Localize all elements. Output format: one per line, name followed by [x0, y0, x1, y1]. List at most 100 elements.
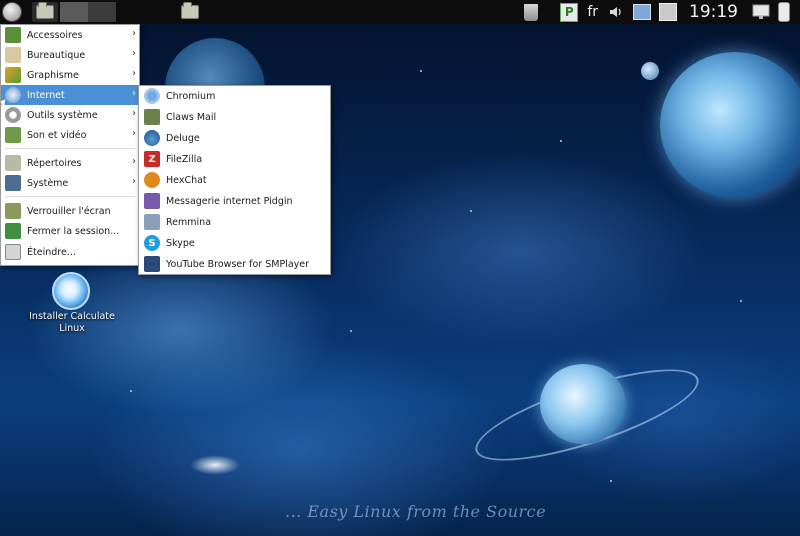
shutdown-icon — [5, 244, 21, 260]
wallpaper-watermark: ... Easy Linux from the Source — [285, 502, 547, 521]
planet-large — [660, 52, 800, 198]
menu-item-label: Fermer la session... — [27, 225, 120, 237]
submenu-item-claws-mail[interactable]: Claws Mail — [139, 107, 330, 127]
network-manager[interactable] — [633, 3, 651, 21]
power-applet[interactable] — [778, 2, 796, 22]
volume-control[interactable] — [607, 3, 625, 21]
logout-icon — [5, 223, 21, 239]
system-icon — [5, 175, 21, 191]
menu-item-label: Bureautique — [27, 49, 86, 61]
moon-small — [641, 62, 659, 80]
hexchat-icon — [144, 172, 160, 188]
keyboard-layout-indicator[interactable]: fr — [587, 4, 598, 20]
multimedia-icon — [5, 127, 21, 143]
remmina-icon — [144, 214, 160, 230]
chevron-right-icon: › — [132, 156, 136, 167]
submenu-item-youtube-smplayer[interactable]: YouTube Browser for SMPlayer — [139, 254, 330, 274]
workspace-1[interactable] — [60, 2, 88, 22]
submenu-item-filezilla[interactable]: Z FileZilla — [139, 149, 330, 169]
monitor-icon — [752, 4, 770, 19]
submenu-item-label: Remmina — [166, 216, 212, 228]
trash-launcher[interactable] — [522, 3, 540, 21]
submenu-item-deluge[interactable]: Deluge — [139, 128, 330, 148]
internet-icon — [5, 87, 21, 103]
desktop-icon-label-line2: Linux — [59, 323, 85, 334]
chevron-right-icon: › — [132, 68, 136, 79]
menu-item-system-tools[interactable]: Outils système › — [1, 105, 139, 125]
monitor-applet[interactable] — [752, 3, 770, 21]
chevron-right-icon: › — [132, 48, 136, 59]
menu-item-label: Éteindre... — [27, 246, 76, 258]
star — [350, 330, 352, 332]
workspace-2[interactable] — [88, 2, 116, 22]
menu-separator — [5, 148, 135, 149]
star — [560, 140, 562, 142]
submenu-item-label: HexChat — [166, 174, 207, 186]
start-menu-icon — [2, 2, 22, 22]
submenu-item-label: Deluge — [166, 132, 200, 144]
submenu-item-label: Messagerie internet Pidgin — [166, 195, 293, 207]
package-updater[interactable]: P — [560, 2, 579, 22]
planet-ringed — [540, 364, 626, 444]
chromium-icon — [144, 88, 160, 104]
sparkle — [190, 455, 240, 475]
graphics-icon — [5, 67, 21, 83]
menu-item-logout[interactable]: Fermer la session... — [1, 221, 139, 241]
submenu-item-label: YouTube Browser for SMPlayer — [166, 258, 310, 270]
claws-mail-icon — [144, 109, 160, 125]
menu-item-system[interactable]: Système › — [1, 173, 139, 193]
chevron-right-icon: › — [132, 176, 136, 187]
lock-screen-icon — [5, 203, 21, 219]
clock[interactable]: 19:19 — [689, 2, 738, 22]
menu-item-internet[interactable]: Internet › — [1, 85, 139, 105]
menu-item-label: Internet — [27, 89, 65, 101]
star — [740, 300, 742, 302]
desktop-icon-install-calculate[interactable]: Installer Calculate Linux — [22, 272, 122, 334]
start-menu-button[interactable] — [0, 2, 24, 22]
menu-item-office[interactable]: Bureautique › — [1, 45, 139, 65]
filezilla-icon: Z — [144, 151, 160, 167]
network-icon — [633, 4, 651, 20]
menu-item-label: Accessoires — [27, 29, 83, 41]
application-menu: Accessoires › Bureautique › Graphisme › … — [0, 24, 140, 266]
menu-item-multimedia[interactable]: Son et vidéo › — [1, 125, 139, 145]
taskbar-folder-window[interactable] — [180, 2, 200, 22]
submenu-item-label: Chromium — [166, 90, 216, 102]
menu-item-shutdown[interactable]: Éteindre... — [1, 242, 139, 262]
trash-icon — [524, 3, 539, 21]
submenu-item-chromium[interactable]: Chromium — [139, 86, 330, 106]
submenu-item-hexchat[interactable]: HexChat — [139, 170, 330, 190]
folders-icon — [5, 155, 21, 171]
menu-item-label: Répertoires — [27, 157, 82, 169]
menu-item-label: Système — [27, 177, 69, 189]
screen-settings[interactable] — [659, 3, 677, 21]
submenu-item-remmina[interactable]: Remmina — [139, 212, 330, 232]
system-tray: P fr 19:19 — [518, 0, 800, 24]
star — [610, 480, 612, 482]
chevron-right-icon: › — [132, 28, 136, 39]
desktop-icon-label-line1: Installer Calculate — [29, 311, 115, 322]
menu-item-label: Graphisme — [27, 69, 79, 81]
internet-submenu: Chromium Claws Mail Deluge Z FileZilla H… — [138, 85, 331, 275]
chevron-right-icon: › — [132, 108, 136, 119]
menu-item-lock-screen[interactable]: Verrouiller l'écran — [1, 201, 139, 221]
chevron-right-icon: › — [132, 128, 136, 139]
file-manager-launcher[interactable] — [32, 2, 58, 22]
menu-item-folders[interactable]: Répertoires › — [1, 153, 139, 173]
deluge-icon — [144, 130, 160, 146]
menu-item-label: Verrouiller l'écran — [27, 205, 111, 217]
menu-item-label: Outils système — [27, 109, 98, 121]
menu-item-accessories[interactable]: Accessoires › — [1, 25, 139, 45]
star — [470, 210, 472, 212]
submenu-item-pidgin[interactable]: Messagerie internet Pidgin — [139, 191, 330, 211]
accessories-icon — [5, 27, 21, 43]
star — [130, 390, 132, 392]
skype-icon: S — [144, 235, 160, 251]
taskbar: P fr 19:19 — [0, 0, 800, 24]
menu-item-graphics[interactable]: Graphisme › — [1, 65, 139, 85]
submenu-item-skype[interactable]: S Skype — [139, 233, 330, 253]
menu-separator — [5, 196, 135, 197]
submenu-item-label: FileZilla — [166, 153, 203, 165]
calculate-linux-icon — [52, 272, 90, 310]
menu-item-label: Son et vidéo — [27, 129, 87, 141]
